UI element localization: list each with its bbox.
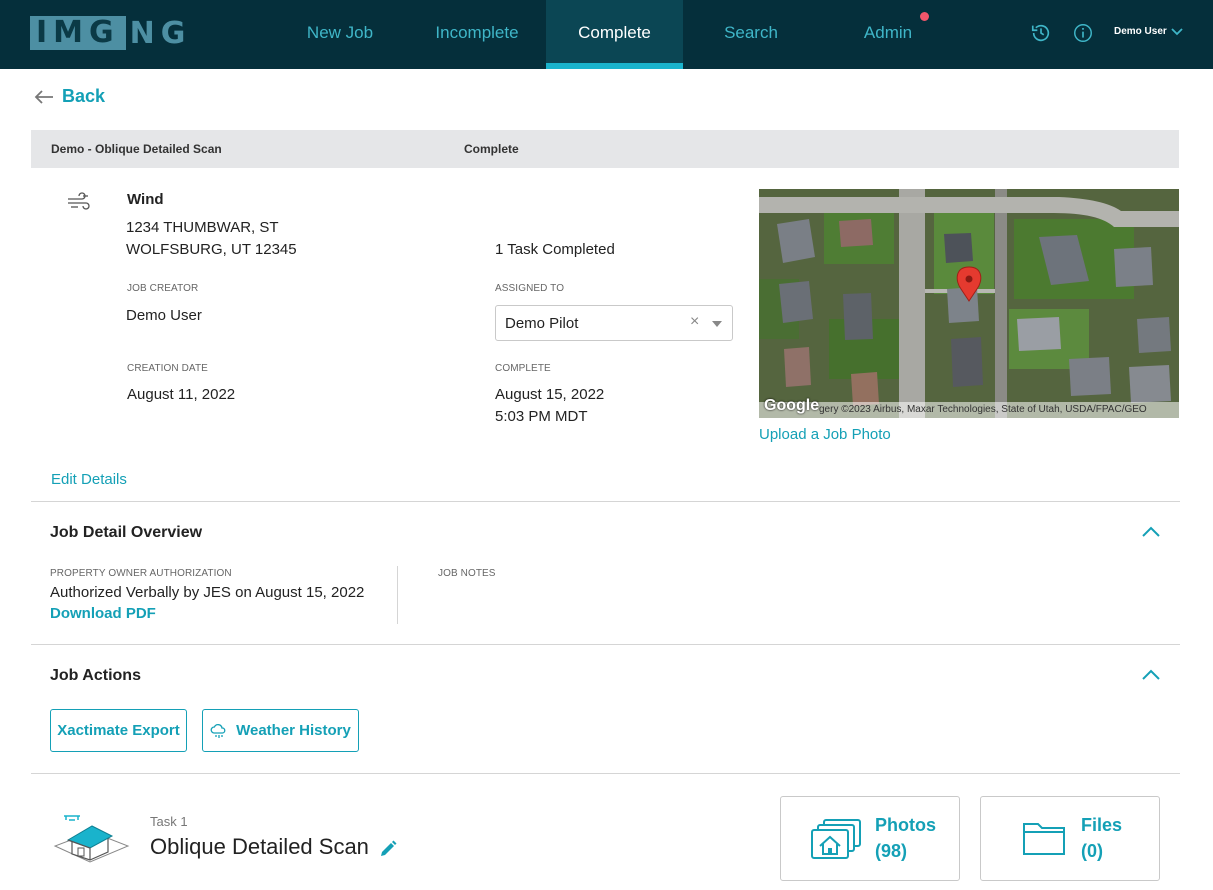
logo-boxed-text: IMG	[30, 16, 126, 50]
job-detail-overview-title: Job Detail Overview	[50, 524, 203, 541]
job-notes-label: JOB NOTES	[438, 568, 496, 579]
complete-time: 5:03 PM MDT	[495, 408, 588, 425]
drone-house-icon	[53, 815, 130, 863]
creation-date: August 11, 2022	[127, 386, 236, 403]
job-status: Complete	[464, 142, 519, 156]
google-logo: Google	[764, 397, 820, 414]
files-count: (0)	[1081, 841, 1103, 861]
admin-notification-dot	[920, 12, 929, 21]
divider	[31, 644, 1180, 645]
assigned-to-label: ASSIGNED TO	[495, 283, 565, 294]
job-creator: Demo User	[126, 307, 202, 324]
history-icon[interactable]	[1030, 22, 1052, 44]
tab-admin[interactable]: Admin	[840, 0, 936, 69]
wind-icon	[68, 192, 90, 210]
weather-history-button[interactable]: Weather History	[202, 709, 359, 752]
info-icon[interactable]	[1072, 22, 1094, 44]
job-header-bar: Demo - Oblique Detailed Scan Complete	[31, 130, 1179, 168]
job-location-map[interactable]: Google gery ©2023 Airbus, Maxar Technolo…	[759, 189, 1179, 418]
photos-icon	[811, 819, 861, 859]
tab-new-job[interactable]: New Job	[290, 0, 390, 69]
task-number: Task 1	[150, 814, 188, 829]
tab-search[interactable]: Search	[702, 0, 800, 69]
photos-label: Photos	[875, 815, 936, 835]
cloud-rain-icon	[210, 723, 226, 738]
assigned-to-select[interactable]: Demo Pilot ×	[495, 305, 733, 341]
map-attribution: gery ©2023 Airbus, Maxar Technologies, S…	[819, 404, 1147, 415]
divider	[31, 501, 1180, 502]
satellite-map-image	[759, 189, 1179, 418]
files-card[interactable]: Files (0)	[980, 796, 1160, 881]
complete-date: August 15, 2022	[495, 386, 605, 403]
task-name: Oblique Detailed Scan	[150, 834, 369, 859]
chevron-up-icon[interactable]	[1142, 526, 1160, 538]
job-title: Demo - Oblique Detailed Scan	[51, 142, 222, 156]
weather-history-label: Weather History	[236, 722, 351, 739]
creation-date-label: CREATION DATE	[127, 363, 208, 374]
imging-logo[interactable]: IMG NG	[30, 15, 192, 51]
back-button[interactable]: Back	[34, 86, 105, 107]
arrow-left-icon	[34, 89, 53, 104]
job-type: Wind	[127, 191, 164, 208]
edit-details-link[interactable]: Edit Details	[51, 471, 127, 488]
owner-authorization-label: PROPERTY OWNER AUTHORIZATION	[50, 568, 232, 579]
edit-pencil-icon[interactable]	[378, 839, 398, 859]
upload-job-photo-link[interactable]: Upload a Job Photo	[759, 426, 891, 443]
chevron-down-icon	[1171, 27, 1183, 35]
top-navigation-bar: IMG NG New Job Incomplete Complete Searc…	[0, 0, 1213, 69]
complete-label: COMPLETE	[495, 363, 551, 374]
job-creator-label: JOB CREATOR	[127, 283, 199, 294]
xactimate-export-button[interactable]: Xactimate Export	[50, 709, 187, 752]
address-line-1: 1234 THUMBWAR, ST	[126, 219, 279, 236]
tasks-completed: 1 Task Completed	[495, 241, 615, 258]
logo-text: NG	[129, 15, 192, 51]
address-line-2: WOLFSBURG, UT 12345	[126, 241, 297, 258]
dropdown-caret-icon[interactable]	[712, 321, 722, 327]
back-label: Back	[62, 86, 106, 106]
chevron-up-icon[interactable]	[1142, 669, 1160, 681]
divider	[31, 773, 1180, 774]
vertical-divider	[397, 566, 398, 624]
tab-complete[interactable]: Complete	[546, 0, 683, 69]
owner-authorization-value: Authorized Verbally by JES on August 15,…	[50, 584, 365, 601]
user-name: Demo User	[1114, 26, 1167, 37]
xactimate-export-label: Xactimate Export	[57, 722, 180, 739]
download-pdf-link[interactable]: Download PDF	[50, 605, 156, 622]
user-menu[interactable]: Demo User	[1114, 26, 1183, 37]
photos-card[interactable]: Photos (98)	[780, 796, 960, 881]
assigned-to-value: Demo Pilot	[505, 315, 579, 332]
files-label: Files	[1081, 815, 1123, 835]
tab-incomplete[interactable]: Incomplete	[420, 0, 534, 69]
photos-count: (98)	[875, 841, 908, 861]
clear-icon[interactable]: ×	[690, 313, 699, 331]
folder-icon	[1023, 823, 1065, 855]
job-actions-title: Job Actions	[50, 667, 141, 684]
